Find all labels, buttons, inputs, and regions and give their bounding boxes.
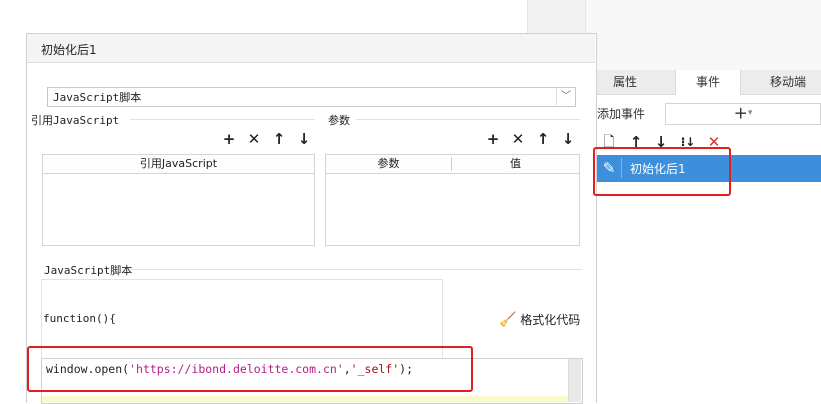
script-type-value: JavaScript脚本 bbox=[53, 91, 142, 104]
section-divider bbox=[130, 119, 315, 120]
dropdown-arrow-icon: ▾ bbox=[747, 108, 753, 118]
format-code-label: 格式化代码 bbox=[520, 313, 581, 327]
tab-events[interactable]: 事件 bbox=[675, 70, 741, 95]
column-header-param[interactable]: 参数 bbox=[326, 155, 451, 173]
format-code-button[interactable]: 🧹 格式化代码 bbox=[499, 311, 580, 328]
annotation-box-code bbox=[27, 346, 473, 392]
add-icon[interactable]: + bbox=[220, 130, 238, 148]
tab-mobile[interactable]: 移动端 bbox=[755, 70, 821, 94]
section-divider bbox=[356, 119, 580, 120]
plus-icon: + bbox=[733, 103, 748, 124]
function-header: function(){ bbox=[43, 312, 116, 325]
background-panel-inner bbox=[585, 0, 821, 70]
add-event-button[interactable]: +▾ bbox=[665, 103, 821, 125]
delete-icon[interactable]: ✕ bbox=[245, 130, 263, 148]
chevron-down-icon[interactable]: ﹀ bbox=[556, 88, 575, 105]
dialog-title: 初始化后1 bbox=[41, 43, 97, 57]
add-event-label: 添加事件 bbox=[597, 107, 646, 121]
arrow-up-icon[interactable]: ↑ bbox=[270, 130, 288, 148]
code-scrollbar[interactable] bbox=[568, 359, 581, 402]
table-header: 引用JavaScript bbox=[43, 155, 314, 174]
broom-icon: 🧹 bbox=[499, 312, 517, 328]
delete-icon[interactable]: ✕ bbox=[509, 130, 527, 148]
code-current-line bbox=[42, 396, 570, 402]
column-header-ref-js[interactable]: 引用JavaScript bbox=[43, 155, 314, 173]
table-header: 参数 值 bbox=[326, 155, 579, 174]
panel-tabs: 属性 事件 移动端 bbox=[595, 70, 821, 95]
params-section-label: 参数 bbox=[328, 114, 350, 127]
section-divider bbox=[130, 269, 582, 270]
ref-js-table: 引用JavaScript bbox=[42, 154, 315, 246]
dialog-header bbox=[27, 34, 595, 63]
add-icon[interactable]: + bbox=[484, 130, 502, 148]
tab-properties[interactable]: 属性 bbox=[595, 70, 655, 94]
ref-js-section-label: 引用JavaScript bbox=[31, 114, 120, 127]
params-table: 参数 值 bbox=[325, 154, 580, 246]
arrow-down-icon[interactable]: ↓ bbox=[559, 130, 577, 148]
arrow-up-icon[interactable]: ↑ bbox=[534, 130, 552, 148]
script-section-label: JavaScript脚本 bbox=[44, 264, 133, 277]
arrow-down-icon[interactable]: ↓ bbox=[295, 130, 313, 148]
column-header-value[interactable]: 值 bbox=[452, 155, 579, 173]
annotation-box-event bbox=[593, 147, 731, 196]
